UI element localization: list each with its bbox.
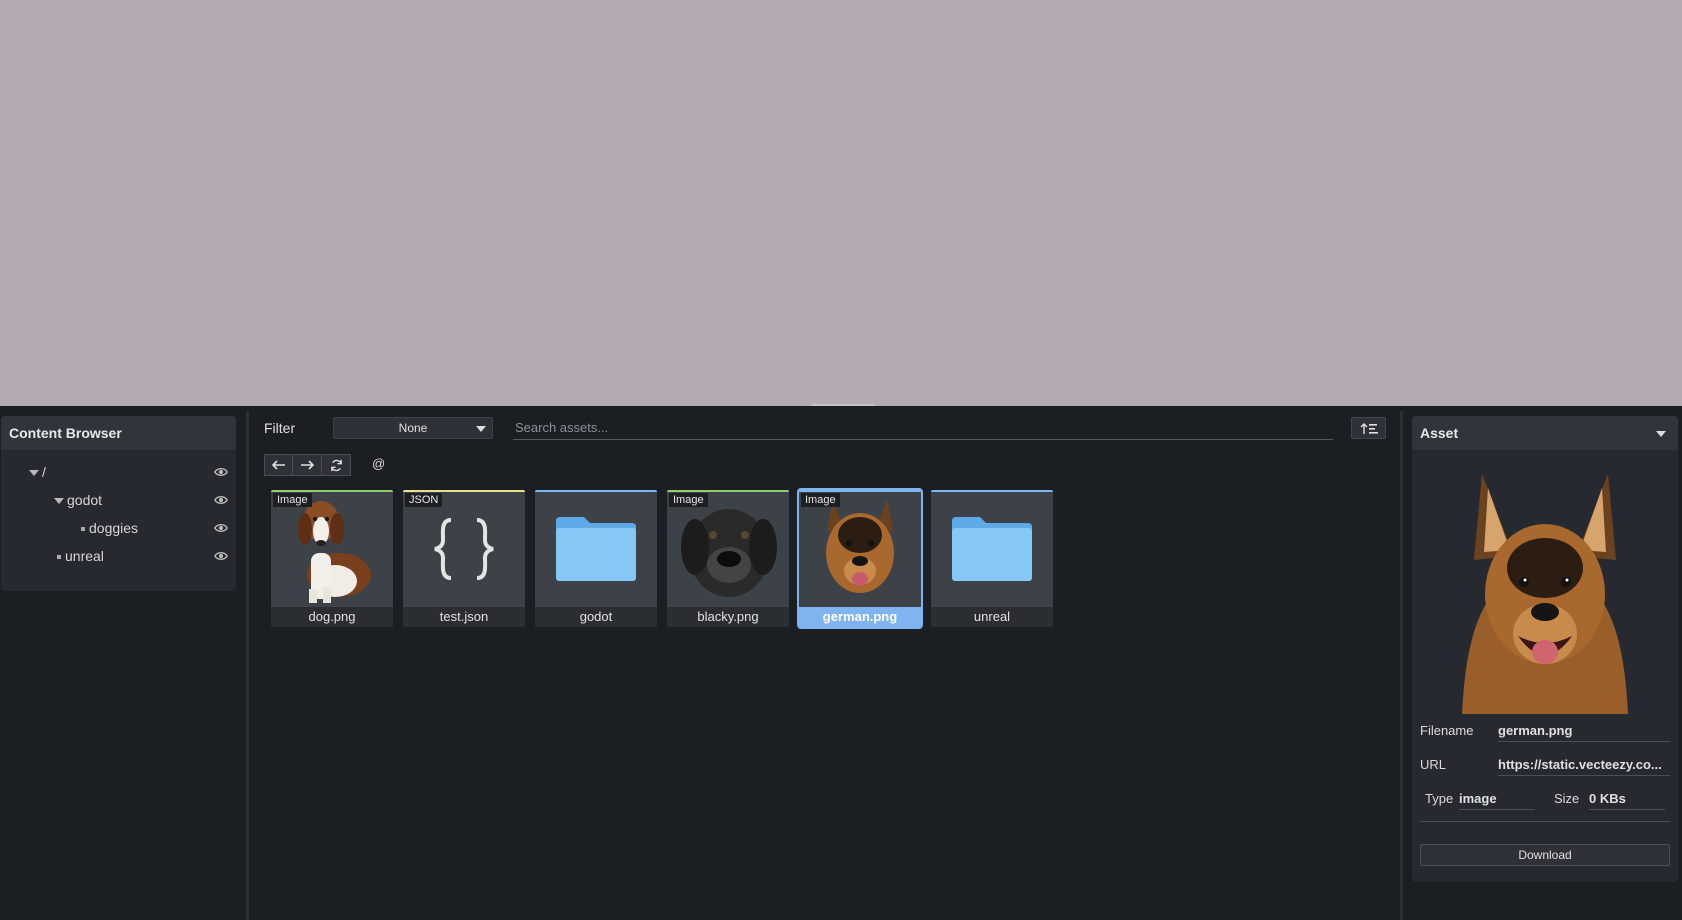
tree-item-label: unreal [65, 548, 104, 564]
folder-icon [556, 516, 636, 581]
black-dog-image [681, 509, 777, 597]
content-browser-title: Content Browser [1, 416, 236, 450]
asset-name: unreal [931, 607, 1053, 627]
eye-icon[interactable] [214, 549, 228, 563]
asset-type-tag: Image [273, 493, 312, 507]
refresh-icon [330, 459, 342, 471]
asset-type-tag: JSON [405, 493, 443, 507]
separator [1420, 821, 1670, 822]
tree-item-label: godot [67, 492, 103, 508]
type-accent-line [535, 490, 657, 492]
type-accent-line [403, 490, 525, 492]
scene-viewport[interactable] [0, 0, 1682, 406]
asset-thumbnail [667, 490, 789, 607]
asset-name: blacky.png [667, 607, 789, 627]
filename-field[interactable]: german.png [1498, 723, 1670, 742]
type-field[interactable]: image [1459, 791, 1535, 810]
arrow-left-icon [271, 460, 285, 470]
asset-panel-header[interactable]: Asset [1412, 416, 1678, 450]
type-accent-line [799, 490, 921, 492]
asset-preview-image [1462, 474, 1628, 714]
asset-tile-blacky[interactable]: Image blacky.png [667, 490, 789, 627]
tree-item-label: / [42, 464, 46, 480]
asset-panel-title: Asset [1420, 425, 1459, 441]
sort-button[interactable] [1351, 417, 1386, 439]
chevron-down-icon [476, 426, 486, 432]
asset-tile-unreal-folder[interactable]: unreal [931, 490, 1053, 627]
refresh-button[interactable] [322, 454, 351, 476]
at-button[interactable]: @ [372, 456, 385, 471]
filename-label: Filename [1420, 723, 1474, 738]
size-field[interactable]: 0 KBs [1589, 791, 1665, 810]
json-braces-icon [434, 517, 494, 580]
navigation-buttons [264, 454, 351, 476]
asset-tile-german[interactable]: Image german.png [797, 488, 923, 629]
asset-type-tag: Image [801, 493, 840, 507]
asset-name: dog.png [271, 607, 393, 627]
asset-tile-test-json[interactable]: JSON test.json [403, 490, 525, 627]
content-browser-tree: Content Browser / godot doggies unreal [1, 416, 236, 591]
bottom-dock: Content Browser / godot doggies unreal F… [0, 406, 1682, 920]
panel-divider[interactable] [246, 411, 249, 920]
asset-name: german.png [799, 607, 921, 627]
bullet-icon [81, 527, 85, 532]
asset-thumbnail [931, 490, 1053, 607]
asset-type-tag: Image [669, 493, 708, 507]
tree-item-godot[interactable]: godot [1, 488, 236, 512]
chevron-down-icon[interactable] [29, 470, 39, 477]
filter-label: Filter [264, 420, 296, 436]
tree-item-unreal[interactable]: unreal [1, 544, 236, 568]
asset-tile-dog[interactable]: Image dog.png [271, 490, 393, 627]
filter-select[interactable]: None [333, 417, 493, 439]
back-button[interactable] [264, 454, 293, 476]
asset-thumbnail [271, 490, 393, 607]
asset-name: godot [535, 607, 657, 627]
url-field[interactable]: https://static.vecteezy.co... [1498, 757, 1670, 776]
type-accent-line [667, 490, 789, 492]
size-label: Size [1554, 791, 1580, 806]
asset-tile-godot-folder[interactable]: godot [535, 490, 657, 627]
bullet-icon [57, 555, 61, 560]
type-accent-line [271, 490, 393, 492]
eye-icon[interactable] [214, 465, 228, 479]
tree-item-label: doggies [89, 520, 139, 536]
url-label: URL [1420, 757, 1447, 772]
asset-thumbnail [799, 490, 921, 607]
download-button[interactable]: Download [1420, 844, 1670, 866]
search-input[interactable] [513, 416, 1333, 440]
tree-item-doggies[interactable]: doggies [1, 516, 236, 540]
type-label: Type [1425, 791, 1454, 806]
german-shepherd-image [826, 499, 894, 593]
sort-icon [1360, 423, 1378, 434]
eye-icon[interactable] [214, 521, 228, 535]
chevron-down-icon[interactable] [1656, 431, 1666, 437]
arrow-right-icon [301, 460, 314, 470]
panel-divider[interactable] [1400, 411, 1403, 920]
asset-name: test.json [403, 607, 525, 627]
asset-detail-panel: Asset Filename german.png URL https://st… [1412, 416, 1678, 882]
folder-icon [952, 516, 1032, 581]
eye-icon[interactable] [214, 493, 228, 507]
type-accent-line [931, 490, 1053, 492]
chevron-down-icon[interactable] [54, 498, 64, 505]
filter-select-value: None [398, 421, 428, 435]
beagle-image [298, 501, 371, 603]
forward-button[interactable] [293, 454, 322, 476]
tree-item-root[interactable]: / [1, 460, 236, 484]
asset-thumbnail [403, 490, 525, 607]
asset-thumbnail [535, 490, 657, 607]
